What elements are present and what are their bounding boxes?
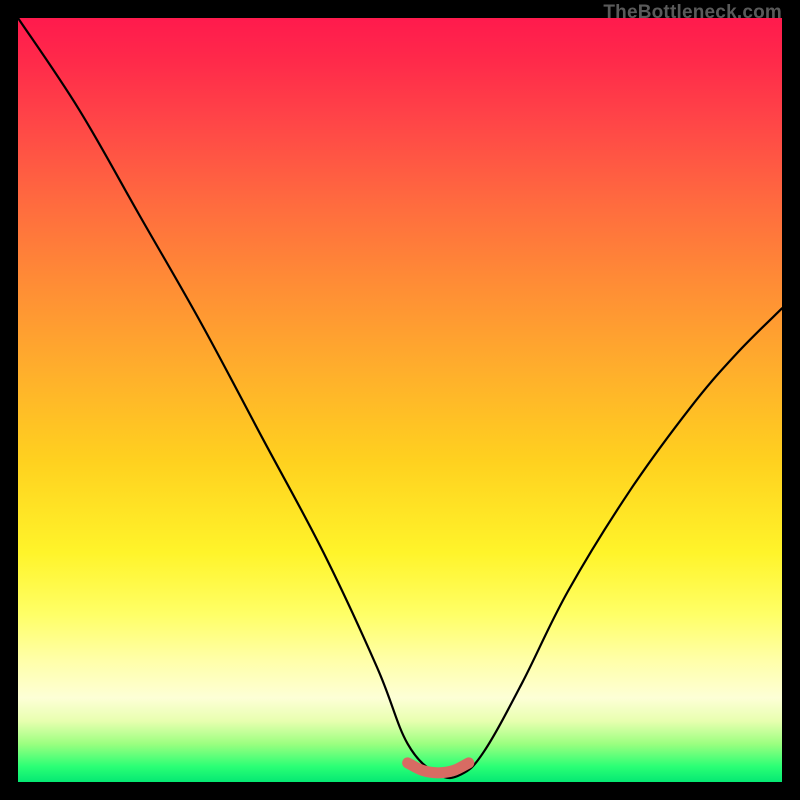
bottleneck-curve [18, 18, 782, 778]
chart-frame: TheBottleneck.com [0, 0, 800, 800]
chart-svg [18, 18, 782, 782]
watermark-text: TheBottleneck.com [603, 2, 782, 24]
plot-area [18, 18, 782, 782]
optimal-band [408, 763, 469, 773]
